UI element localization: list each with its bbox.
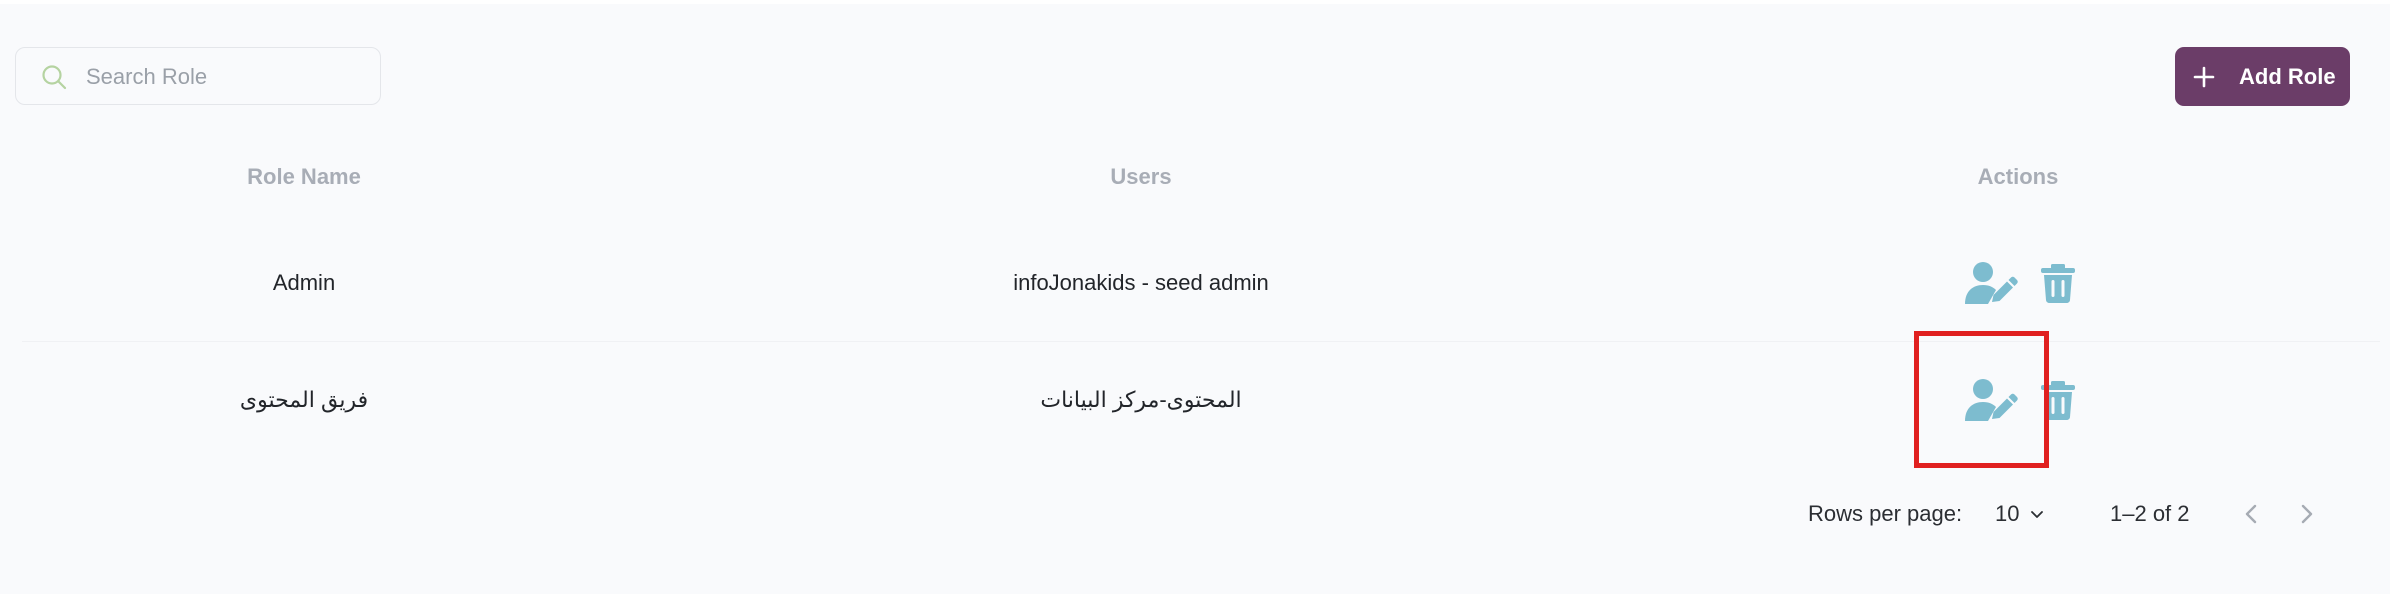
chevron-down-icon [2031, 511, 2044, 518]
roles-panel: Add Role Role Name Users Actions Admin i… [0, 4, 2390, 594]
next-page-button[interactable] [2288, 496, 2324, 532]
header-actions: Actions [1977, 164, 2059, 189]
header-role-name: Role Name [247, 164, 361, 189]
search-input[interactable] [84, 48, 368, 106]
role-name-cell: فريق المحتوى [239, 386, 369, 412]
add-role-label: Add Role [2239, 63, 2336, 89]
trash-icon [2041, 263, 2075, 303]
highlight-box [1914, 331, 2049, 468]
table-row: Admin infoJonakids - seed admin [22, 224, 2380, 342]
search-box[interactable] [15, 47, 381, 106]
role-name-cell: Admin [272, 269, 336, 295]
edit-role-button[interactable] [1962, 260, 2018, 306]
chevron-left-icon [2245, 504, 2257, 524]
row-actions [1962, 224, 2076, 341]
chevron-right-icon [2301, 504, 2313, 524]
pagination-range: 1–2 of 2 [2110, 501, 2190, 526]
users-cell: المحتوى-مركز البيانات [1040, 386, 1242, 412]
header-users: Users [1110, 164, 1172, 189]
user-edit-icon [1965, 261, 2018, 304]
add-role-button[interactable]: Add Role [2175, 47, 2350, 106]
delete-role-button[interactable] [2040, 263, 2076, 303]
previous-page-button[interactable] [2234, 496, 2270, 532]
search-icon [42, 65, 67, 90]
plus-icon [2193, 66, 2215, 87]
users-cell: infoJonakids - seed admin [1013, 269, 1269, 295]
rows-per-page-label: Rows per page: [1808, 501, 1963, 526]
rows-per-page-value: 10 [1995, 501, 2020, 526]
rows-per-page-select[interactable]: 10 [1995, 494, 2045, 534]
